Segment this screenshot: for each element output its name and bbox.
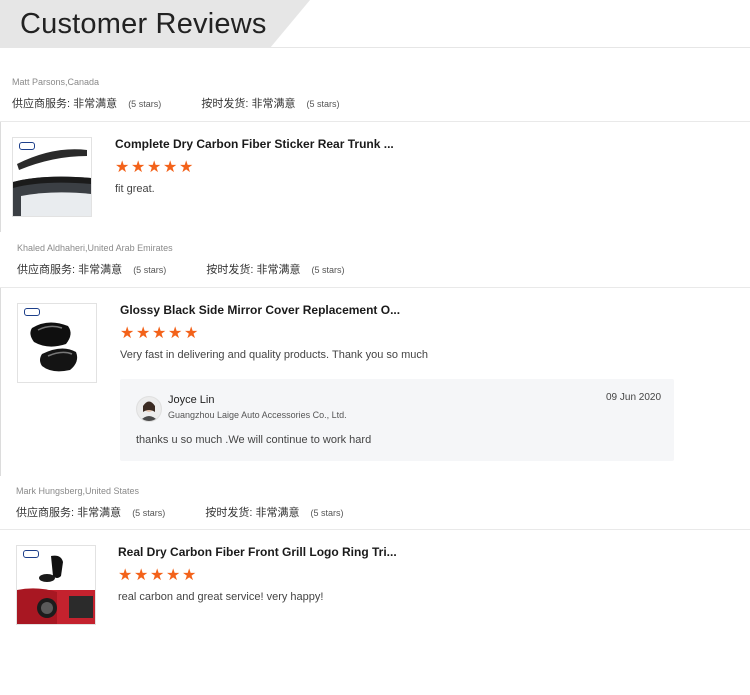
review-comment: fit great.	[115, 183, 155, 195]
supplier-service-stars: (5 stars)	[133, 265, 167, 275]
star-icon: ★	[179, 159, 194, 176]
ratings-line: 供应商服务: 非常满意 (5 stars) 按时发货: 非常满意 (5 star…	[12, 95, 340, 111]
supplier-service-stars: (5 stars)	[132, 508, 166, 518]
star-rating: ★ ★ ★ ★ ★	[120, 326, 199, 342]
reviewer-name: Khaled Aldhaheri,United Arab Emirates	[17, 243, 173, 253]
review-meta: Khaled Aldhaheri,United Arab Emirates 供应…	[0, 240, 750, 280]
reviewer-name: Matt Parsons,Canada	[12, 77, 100, 87]
supplier-service-stars: (5 stars)	[128, 99, 162, 109]
star-icon: ★	[182, 567, 197, 584]
product-title[interactable]: Glossy Black Side Mirror Cover Replaceme…	[120, 303, 400, 317]
avatar-image	[137, 397, 161, 421]
brand-badge	[24, 308, 40, 316]
star-icon: ★	[168, 325, 183, 342]
header: Customer Reviews	[0, 0, 750, 48]
star-icon: ★	[118, 567, 133, 584]
avatar	[136, 396, 162, 422]
ratings-line: 供应商服务: 非常满意 (5 stars) 按时发货: 非常满意 (5 star…	[16, 504, 344, 520]
supplier-service-value: 非常满意	[77, 507, 122, 519]
shipping-label: 按时发货:	[205, 507, 253, 519]
star-rating: ★ ★ ★ ★ ★	[118, 568, 197, 584]
star-icon: ★	[150, 567, 165, 584]
product-thumbnail[interactable]	[12, 137, 92, 217]
shipping-label: 按时发货:	[201, 98, 249, 110]
star-icon: ★	[163, 159, 178, 176]
product-title[interactable]: Complete Dry Carbon Fiber Sticker Rear T…	[115, 137, 394, 151]
shipping-value: 非常满意	[256, 264, 301, 276]
supplier-service-label: 供应商服务:	[16, 507, 75, 519]
star-icon: ★	[120, 325, 135, 342]
star-icon: ★	[166, 567, 181, 584]
supplier-service-value: 非常满意	[78, 264, 123, 276]
brand-badge	[19, 142, 35, 150]
seller-reply: Joyce Lin Guangzhou Laige Auto Accessori…	[120, 379, 674, 461]
shipping-value: 非常满意	[255, 507, 300, 519]
reply-date: 09 Jun 2020	[606, 392, 662, 403]
reply-company: Guangzhou Laige Auto Accessories Co., Lt…	[168, 410, 347, 420]
review-item: Real Dry Carbon Fiber Front Grill Logo R…	[0, 530, 750, 640]
supplier-service-value: 非常满意	[73, 98, 118, 110]
shipping-value: 非常满意	[251, 98, 296, 110]
supplier-service-label: 供应商服务:	[17, 264, 76, 276]
page-title: Customer Reviews	[20, 8, 267, 40]
product-thumbnail[interactable]	[16, 545, 96, 625]
star-rating: ★ ★ ★ ★ ★	[115, 160, 194, 176]
review-meta: Matt Parsons,Canada 供应商服务: 非常满意 (5 stars…	[0, 74, 750, 114]
star-icon: ★	[136, 325, 151, 342]
shipping-label: 按时发货:	[206, 264, 254, 276]
reply-text: thanks u so much .We will continue to wo…	[136, 434, 372, 446]
product-thumbnail[interactable]	[17, 303, 97, 383]
brand-badge	[23, 550, 39, 558]
shipping-stars: (5 stars)	[311, 265, 345, 275]
shipping-stars: (5 stars)	[306, 99, 340, 109]
star-icon: ★	[184, 325, 199, 342]
review-comment: Very fast in delivering and quality prod…	[120, 349, 428, 361]
ratings-line: 供应商服务: 非常满意 (5 stars) 按时发货: 非常满意 (5 star…	[17, 261, 345, 277]
review-item: Glossy Black Side Mirror Cover Replaceme…	[0, 288, 750, 478]
review-comment: real carbon and great service! very happ…	[118, 591, 324, 603]
star-icon: ★	[115, 159, 130, 176]
star-icon: ★	[152, 325, 167, 342]
star-icon: ★	[134, 567, 149, 584]
review-meta: Mark Hungsberg,United States 供应商服务: 非常满意…	[0, 483, 750, 523]
header-divider	[0, 47, 750, 48]
star-icon: ★	[147, 159, 162, 176]
review-item: Complete Dry Carbon Fiber Sticker Rear T…	[0, 122, 750, 232]
supplier-service-label: 供应商服务:	[12, 98, 71, 110]
shipping-stars: (5 stars)	[310, 508, 344, 518]
star-icon: ★	[131, 159, 146, 176]
reply-author: Joyce Lin	[168, 394, 215, 406]
reviewer-name: Mark Hungsberg,United States	[16, 486, 140, 496]
product-title[interactable]: Real Dry Carbon Fiber Front Grill Logo R…	[118, 545, 397, 559]
